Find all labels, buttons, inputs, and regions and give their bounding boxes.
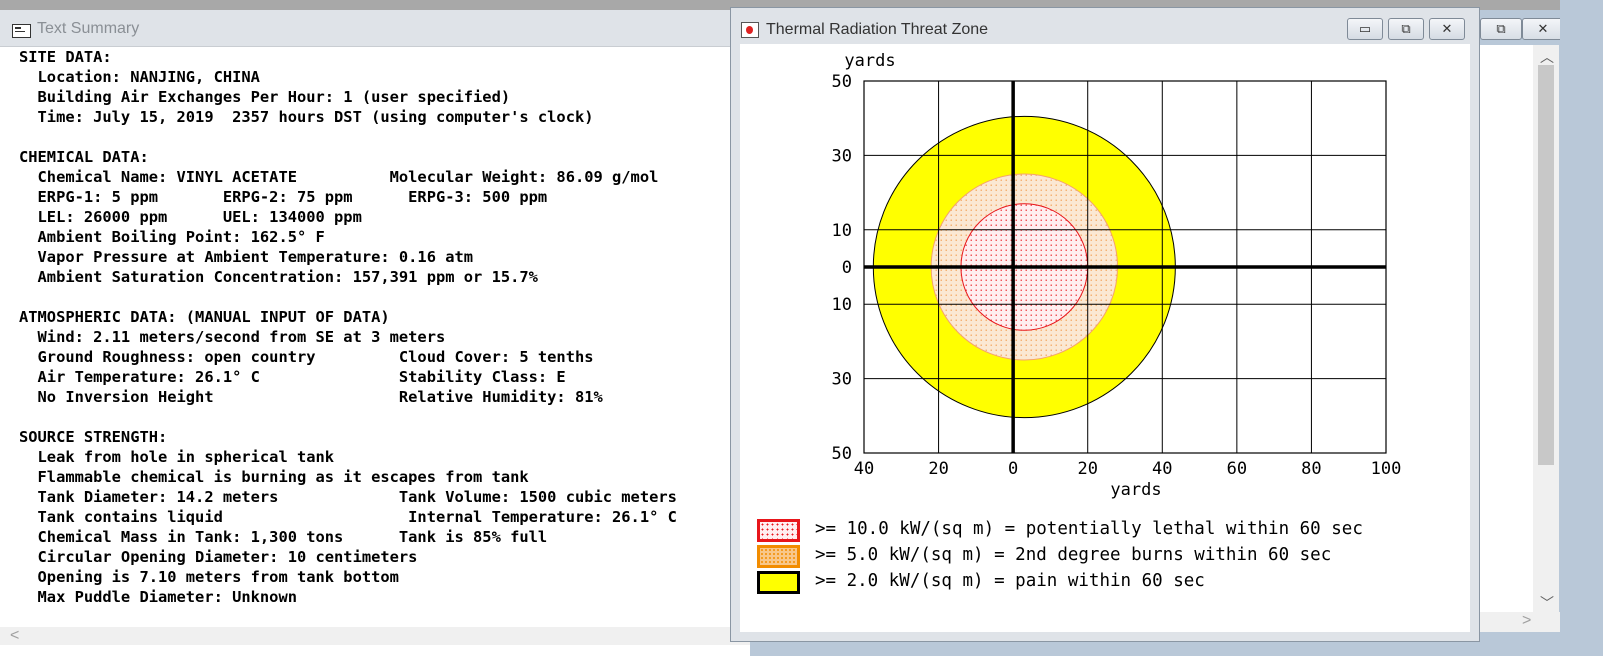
summary-line: Chemical Mass in Tank: 1,300 tons Tank i…	[19, 528, 548, 546]
background-close-button[interactable]: ✕	[1522, 18, 1564, 40]
summary-line: No Inversion Height Relative Humidity: 8…	[19, 388, 603, 406]
x-tick-label: 80	[1301, 459, 1321, 479]
summary-line: ERPG-1: 5 ppm ERPG-2: 75 ppm ERPG-3: 500…	[19, 188, 548, 206]
summary-line: Vapor Pressure at Ambient Temperature: 0…	[19, 248, 474, 266]
legend-label: >= 10.0 kW/(sq m) = potentially lethal w…	[815, 519, 1363, 539]
x-tick-label: 40	[854, 459, 874, 479]
summary-line: SITE DATA:	[19, 48, 112, 66]
background-window-pane	[1480, 45, 1533, 615]
threat-zone-plot-area: 40 20 0 20 40 60 80 100 50 30 10 0 10 30 50 yards yards …	[740, 44, 1470, 632]
summary-line: Location: NANJING, CHINA	[19, 68, 260, 86]
background-restore-button[interactable]: ⧉	[1480, 18, 1522, 40]
summary-line	[19, 287, 739, 307]
y-axis-unit-label: yards	[844, 51, 895, 71]
summary-line: Tank Diameter: 14.2 meters Tank Volume: …	[19, 488, 677, 506]
x-tick-label: 60	[1227, 459, 1247, 479]
text-summary-titlebar[interactable]: Text Summary	[0, 10, 750, 47]
y-tick-label: 10	[832, 295, 852, 315]
summary-line: Max Puddle Diameter: Unknown	[19, 588, 297, 606]
summary-line: Ground Roughness: open country Cloud Cov…	[19, 348, 594, 366]
summary-line: Air Temperature: 26.1° C Stability Class…	[19, 368, 566, 386]
threat-zone-window-icon	[741, 22, 759, 38]
x-tick-label: 100	[1371, 459, 1402, 479]
y-tick-label: 50	[832, 72, 852, 92]
x-tick-label: 20	[1077, 459, 1097, 479]
threat-zone-window: Thermal Radiation Threat Zone ▭ ⧉ ✕ 40 20…	[730, 7, 1480, 642]
summary-line	[19, 407, 739, 427]
legend-label: >= 5.0 kW/(sq m) = 2nd degree burns with…	[815, 545, 1332, 565]
legend-item: >= 10.0 kW/(sq m) = potentially lethal w…	[757, 519, 1457, 542]
summary-line: Opening is 7.10 meters from tank bottom	[19, 568, 399, 586]
legend-swatch	[757, 519, 800, 542]
background-vertical-scrollbar[interactable]: ︿ ﹀	[1533, 45, 1559, 615]
x-tick-label: 20	[928, 459, 948, 479]
summary-line: Flammable chemical is burning as it esca…	[19, 468, 529, 486]
legend-swatch	[757, 545, 800, 568]
minimize-button[interactable]: ▭	[1347, 18, 1383, 40]
legend-item: >= 2.0 kW/(sq m) = pain within 60 sec	[757, 571, 1457, 594]
close-button[interactable]: ✕	[1429, 18, 1465, 40]
summary-line: Chemical Name: VINYL ACETATE Molecular W…	[19, 168, 659, 186]
legend-item: >= 5.0 kW/(sq m) = 2nd degree burns with…	[757, 545, 1457, 568]
desktop-edge	[1560, 0, 1603, 656]
threat-zone-titlebar[interactable]: Thermal Radiation Threat Zone ▭ ⧉ ✕	[731, 8, 1479, 44]
summary-line: CHEMICAL DATA:	[19, 148, 149, 166]
summary-line: Tank contains liquid Internal Temperatur…	[19, 508, 677, 526]
y-tick-label: 0	[842, 258, 852, 278]
text-summary-window-icon	[12, 24, 31, 38]
legend-swatch	[757, 571, 800, 594]
x-axis-unit-label: yards	[1110, 480, 1161, 500]
text-summary-content: SITE DATA: Location: NANJING, CHINA Buil…	[19, 47, 739, 607]
text-summary-horizontal-scrollbar[interactable]: <	[0, 627, 750, 645]
text-summary-title: Text Summary	[37, 20, 140, 37]
summary-line: Ambient Saturation Concentration: 157,39…	[19, 268, 538, 286]
threat-zone-title: Thermal Radiation Threat Zone	[766, 21, 989, 38]
scroll-down-arrow-icon[interactable]: ﹀	[1540, 593, 1554, 613]
scroll-up-arrow-icon[interactable]: ︿	[1540, 47, 1554, 67]
y-tick-label: 10	[832, 221, 852, 241]
threat-zone-chart: 40 20 0 20 40 60 80 1005030100103050yardsyards	[832, 51, 1402, 500]
summary-line: Ambient Boiling Point: 162.5° F	[19, 228, 325, 246]
summary-line: SOURCE STRENGTH:	[19, 428, 168, 446]
summary-line: Wind: 2.11 meters/second from SE at 3 me…	[19, 328, 446, 346]
summary-line	[19, 127, 739, 147]
y-tick-label: 30	[832, 370, 852, 390]
summary-line: Leak from hole in spherical tank	[19, 448, 335, 466]
x-tick-label: 0	[1008, 459, 1018, 479]
summary-line: Building Air Exchanges Per Hour: 1 (user…	[19, 88, 511, 106]
summary-line: ATMOSPHERIC DATA: (MANUAL INPUT OF DATA)	[19, 308, 390, 326]
y-tick-label: 30	[832, 146, 852, 166]
y-tick-label: 50	[832, 444, 852, 464]
background-horizontal-scrollbar[interactable]: >	[1480, 612, 1560, 632]
scrollbar-thumb[interactable]	[1538, 65, 1554, 465]
scroll-right-arrow-icon[interactable]: >	[1522, 612, 1531, 630]
summary-line: LEL: 26000 ppm UEL: 134000 ppm	[19, 208, 362, 226]
x-tick-label: 40	[1152, 459, 1172, 479]
maximize-button[interactable]: ⧉	[1388, 18, 1424, 40]
legend-label: >= 2.0 kW/(sq m) = pain within 60 sec	[815, 571, 1205, 591]
summary-line: Circular Opening Diameter: 10 centimeter…	[19, 548, 418, 566]
scroll-left-arrow-icon[interactable]: <	[10, 627, 19, 645]
summary-line: Time: July 15, 2019 2357 hours DST (usin…	[19, 108, 594, 126]
